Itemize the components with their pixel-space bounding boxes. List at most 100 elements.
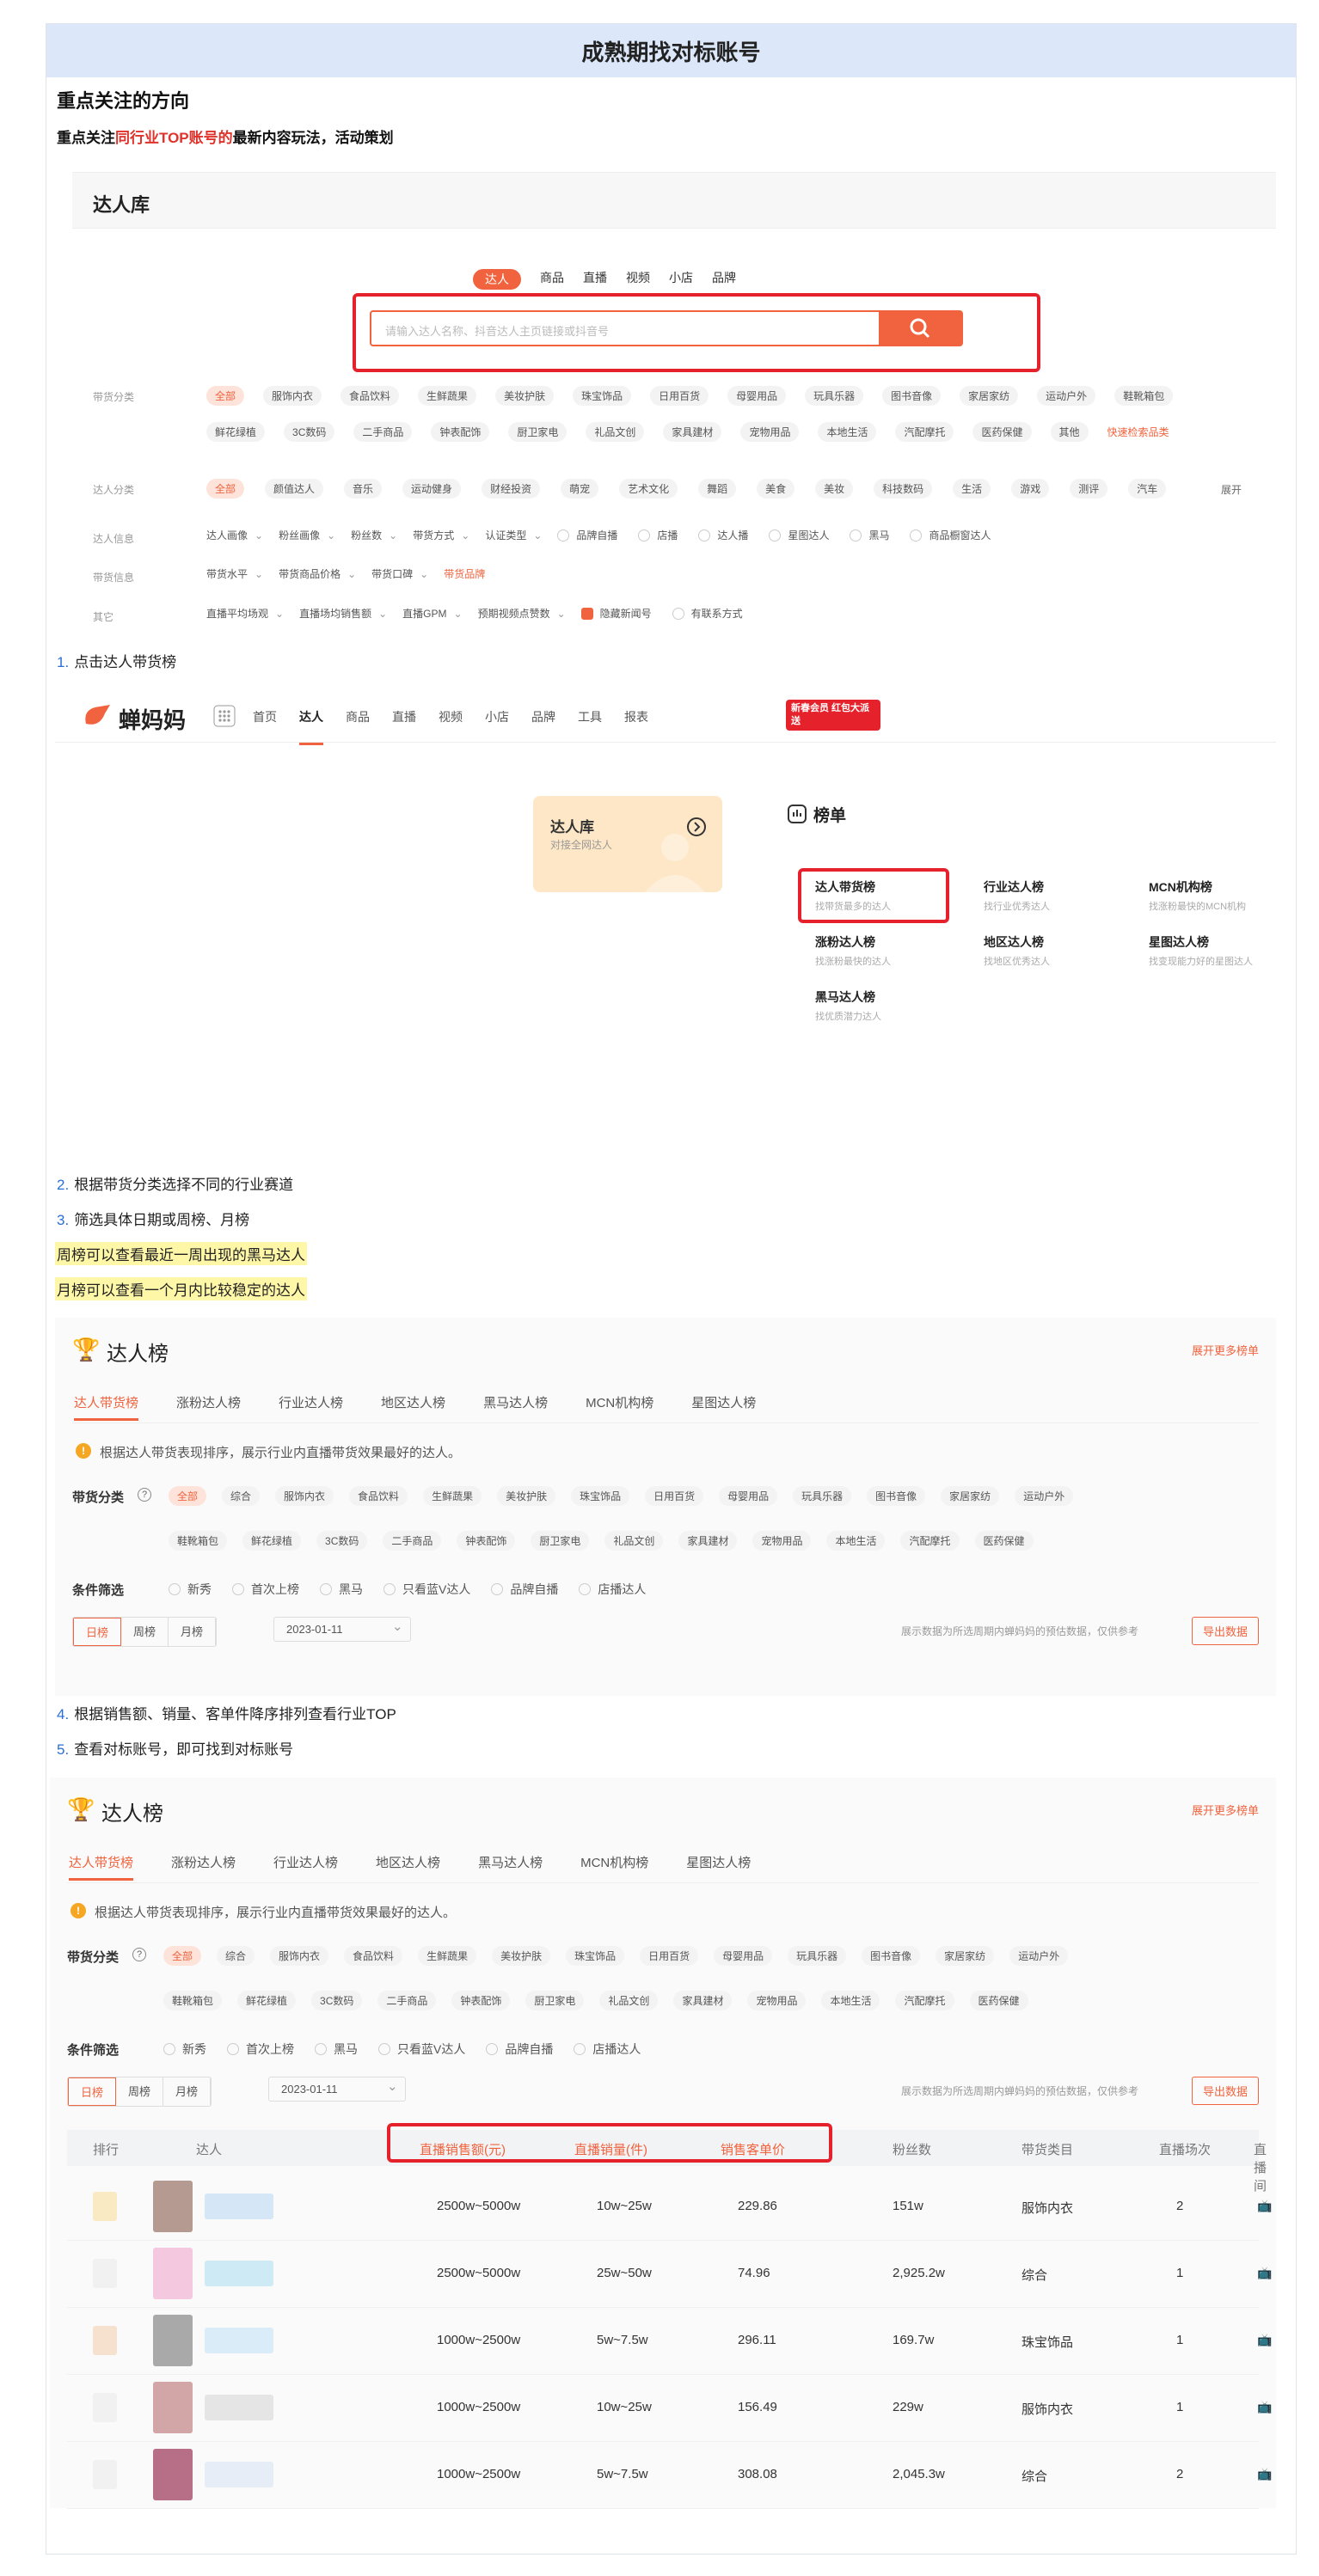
checkbox-option[interactable]: 隐藏新闻号 xyxy=(580,606,652,621)
filter-checkbox[interactable]: 黑马 xyxy=(315,2041,358,2058)
tab-1[interactable]: 商品 xyxy=(540,269,564,290)
category-pill[interactable]: 汽配摩托 xyxy=(900,1531,960,1551)
period-tab[interactable]: 月榜 xyxy=(163,2077,212,2106)
category-pill[interactable]: 生鲜蔬果 xyxy=(418,1946,477,1966)
tv-icon[interactable]: 📺 xyxy=(1257,2467,1272,2481)
category-pill[interactable]: 美妆 xyxy=(815,479,854,499)
category-pill[interactable]: 食品饮料 xyxy=(349,1486,408,1506)
rank-tab[interactable]: 黑马达人榜 xyxy=(478,1853,543,1881)
category-pill[interactable]: 测评 xyxy=(1070,479,1108,499)
category-pill[interactable]: 科技数码 xyxy=(874,479,933,499)
category-pill[interactable]: 家居家纺 xyxy=(960,386,1019,406)
category-pill[interactable]: 家居家纺 xyxy=(936,1946,995,1966)
category-pill[interactable]: 医药保健 xyxy=(969,1991,1028,2010)
category-pill[interactable]: 家具建材 xyxy=(663,422,722,442)
category-pill[interactable]: 日用百货 xyxy=(645,1486,704,1506)
category-pill[interactable]: 玩具乐器 xyxy=(805,386,864,406)
date-picker[interactable]: 2023-01-11 xyxy=(273,1617,411,1642)
table-row[interactable]: 2500w~5000w 10w~25w 229.86 151w 服饰内衣 2 📺 xyxy=(67,2173,1272,2240)
checkbox-option[interactable]: 星图达人 xyxy=(769,528,829,542)
category-pill[interactable]: 二手商品 xyxy=(383,1531,442,1551)
filter-checkbox[interactable]: 店播达人 xyxy=(579,1581,646,1598)
category-pill[interactable]: 厨卫家电 xyxy=(508,422,567,442)
category-pill[interactable]: 图书音像 xyxy=(862,1946,921,1966)
quick-search-link[interactable]: 快速检索品类 xyxy=(1107,425,1169,439)
filter-checkbox[interactable]: 只看蓝V达人 xyxy=(383,1581,470,1598)
nav-item[interactable]: 达人 xyxy=(299,708,323,745)
category-pill[interactable]: 二手商品 xyxy=(377,1991,437,2010)
nav-item[interactable]: 直播 xyxy=(392,708,416,745)
category-pill[interactable]: 美妆护肤 xyxy=(497,1486,556,1506)
category-pill[interactable]: 母婴用品 xyxy=(727,386,787,406)
category-pill[interactable]: 汽配摩托 xyxy=(895,1991,954,2010)
category-pill[interactable]: 日用百货 xyxy=(640,1946,699,1966)
category-pill[interactable]: 游戏 xyxy=(1011,479,1050,499)
dropdown[interactable]: 达人画像 xyxy=(206,528,248,542)
category-pill[interactable]: 图书音像 xyxy=(882,386,942,406)
checkbox-option[interactable]: 商品橱窗达人 xyxy=(910,528,991,542)
category-pill[interactable]: 家具建材 xyxy=(678,1531,738,1551)
category-pill[interactable]: 汽配摩托 xyxy=(895,422,954,442)
library-card[interactable]: 达人库 对接全网达人 xyxy=(533,796,722,892)
tab-0[interactable]: 达人 xyxy=(473,269,521,290)
rank-tab[interactable]: 行业达人榜 xyxy=(273,1853,338,1881)
dropdown[interactable]: 直播平均场观 xyxy=(206,606,268,621)
rank-menu-item[interactable]: 地区达人榜 找地区优秀达人 xyxy=(984,933,1050,968)
filter-checkbox[interactable]: 只看蓝V达人 xyxy=(378,2041,465,2058)
brand-link[interactable]: 带货品牌 xyxy=(444,566,485,581)
category-pill[interactable]: 运动户外 xyxy=(1009,1946,1069,1966)
rank-tab[interactable]: MCN机构榜 xyxy=(580,1853,648,1881)
more-ranks-link[interactable]: 展开更多榜单 xyxy=(1192,1802,1259,1818)
category-pill[interactable]: 宠物用品 xyxy=(752,1531,812,1551)
category-pill[interactable]: 鞋靴箱包 xyxy=(163,1991,223,2010)
category-pill[interactable]: 宠物用品 xyxy=(747,1991,807,2010)
tv-icon[interactable]: 📺 xyxy=(1257,2266,1272,2280)
filter-checkbox[interactable]: 品牌自播 xyxy=(491,1581,558,1598)
category-pill[interactable]: 全部 xyxy=(163,1946,202,1966)
tab-3[interactable]: 视频 xyxy=(626,269,650,290)
rank-tab[interactable]: 地区达人榜 xyxy=(381,1393,445,1421)
rank-tab[interactable]: MCN机构榜 xyxy=(586,1393,653,1421)
category-pill[interactable]: 全部 xyxy=(169,1486,207,1506)
category-pill[interactable]: 运动户外 xyxy=(1015,1486,1074,1506)
more-ranks-link[interactable]: 展开更多榜单 xyxy=(1192,1342,1259,1358)
rank-tab[interactable]: 黑马达人榜 xyxy=(483,1393,548,1421)
category-pill[interactable]: 二手商品 xyxy=(353,422,413,442)
checkbox-option[interactable]: 达人播 xyxy=(698,528,748,542)
category-pill[interactable]: 鞋靴箱包 xyxy=(1114,386,1174,406)
category-pill[interactable]: 3C数码 xyxy=(311,1991,363,2010)
category-pill[interactable]: 美妆护肤 xyxy=(492,1946,551,1966)
category-pill[interactable]: 全部 xyxy=(206,386,245,406)
category-pill[interactable]: 礼品文创 xyxy=(586,422,645,442)
period-tab[interactable]: 月榜 xyxy=(169,1618,217,1646)
rank-tab[interactable]: 达人带货榜 xyxy=(74,1393,139,1421)
category-pill[interactable]: 食品饮料 xyxy=(344,1946,403,1966)
table-row[interactable]: 1000w~2500w 5w~7.5w 296.11 169.7w 珠宝饰品 1 📺 xyxy=(67,2307,1272,2374)
filter-checkbox[interactable]: 新秀 xyxy=(163,2041,206,2058)
category-pill[interactable]: 美食 xyxy=(757,479,795,499)
category-pill[interactable]: 家具建材 xyxy=(673,1991,733,2010)
dropdown[interactable]: 带货方式 xyxy=(413,528,454,542)
dropdown[interactable]: 带货水平 xyxy=(206,566,248,581)
export-button[interactable]: 导出数据 xyxy=(1191,1617,1259,1645)
tab-4[interactable]: 小店 xyxy=(669,269,693,290)
category-pill[interactable]: 服饰内衣 xyxy=(270,1946,329,1966)
category-pill[interactable]: 礼品文创 xyxy=(604,1531,664,1551)
checkbox-option[interactable]: 品牌自播 xyxy=(557,528,617,542)
nav-item[interactable]: 视频 xyxy=(439,708,463,745)
category-pill[interactable]: 服饰内衣 xyxy=(263,386,322,406)
category-pill[interactable]: 萌宠 xyxy=(561,479,599,499)
expand-link[interactable]: 展开 xyxy=(1221,482,1242,497)
rank-menu-item[interactable]: 黑马达人榜 找优质潜力达人 xyxy=(815,988,881,1023)
category-pill[interactable]: 鲜花绿植 xyxy=(206,422,266,442)
category-pill[interactable]: 美妆护肤 xyxy=(495,386,555,406)
category-pill[interactable]: 鲜花绿植 xyxy=(237,1991,297,2010)
category-pill[interactable]: 综合 xyxy=(217,1946,255,1966)
category-pill[interactable]: 玩具乐器 xyxy=(793,1486,852,1506)
rank-menu-item[interactable]: 星图达人榜 找变现能力好的星图达人 xyxy=(1149,933,1253,968)
category-pill[interactable]: 其他 xyxy=(1050,422,1089,442)
category-pill[interactable]: 厨卫家电 xyxy=(531,1531,590,1551)
category-pill[interactable]: 母婴用品 xyxy=(714,1946,773,1966)
dropdown[interactable]: 认证类型 xyxy=(485,528,526,542)
category-pill[interactable]: 生鲜蔬果 xyxy=(418,386,477,406)
